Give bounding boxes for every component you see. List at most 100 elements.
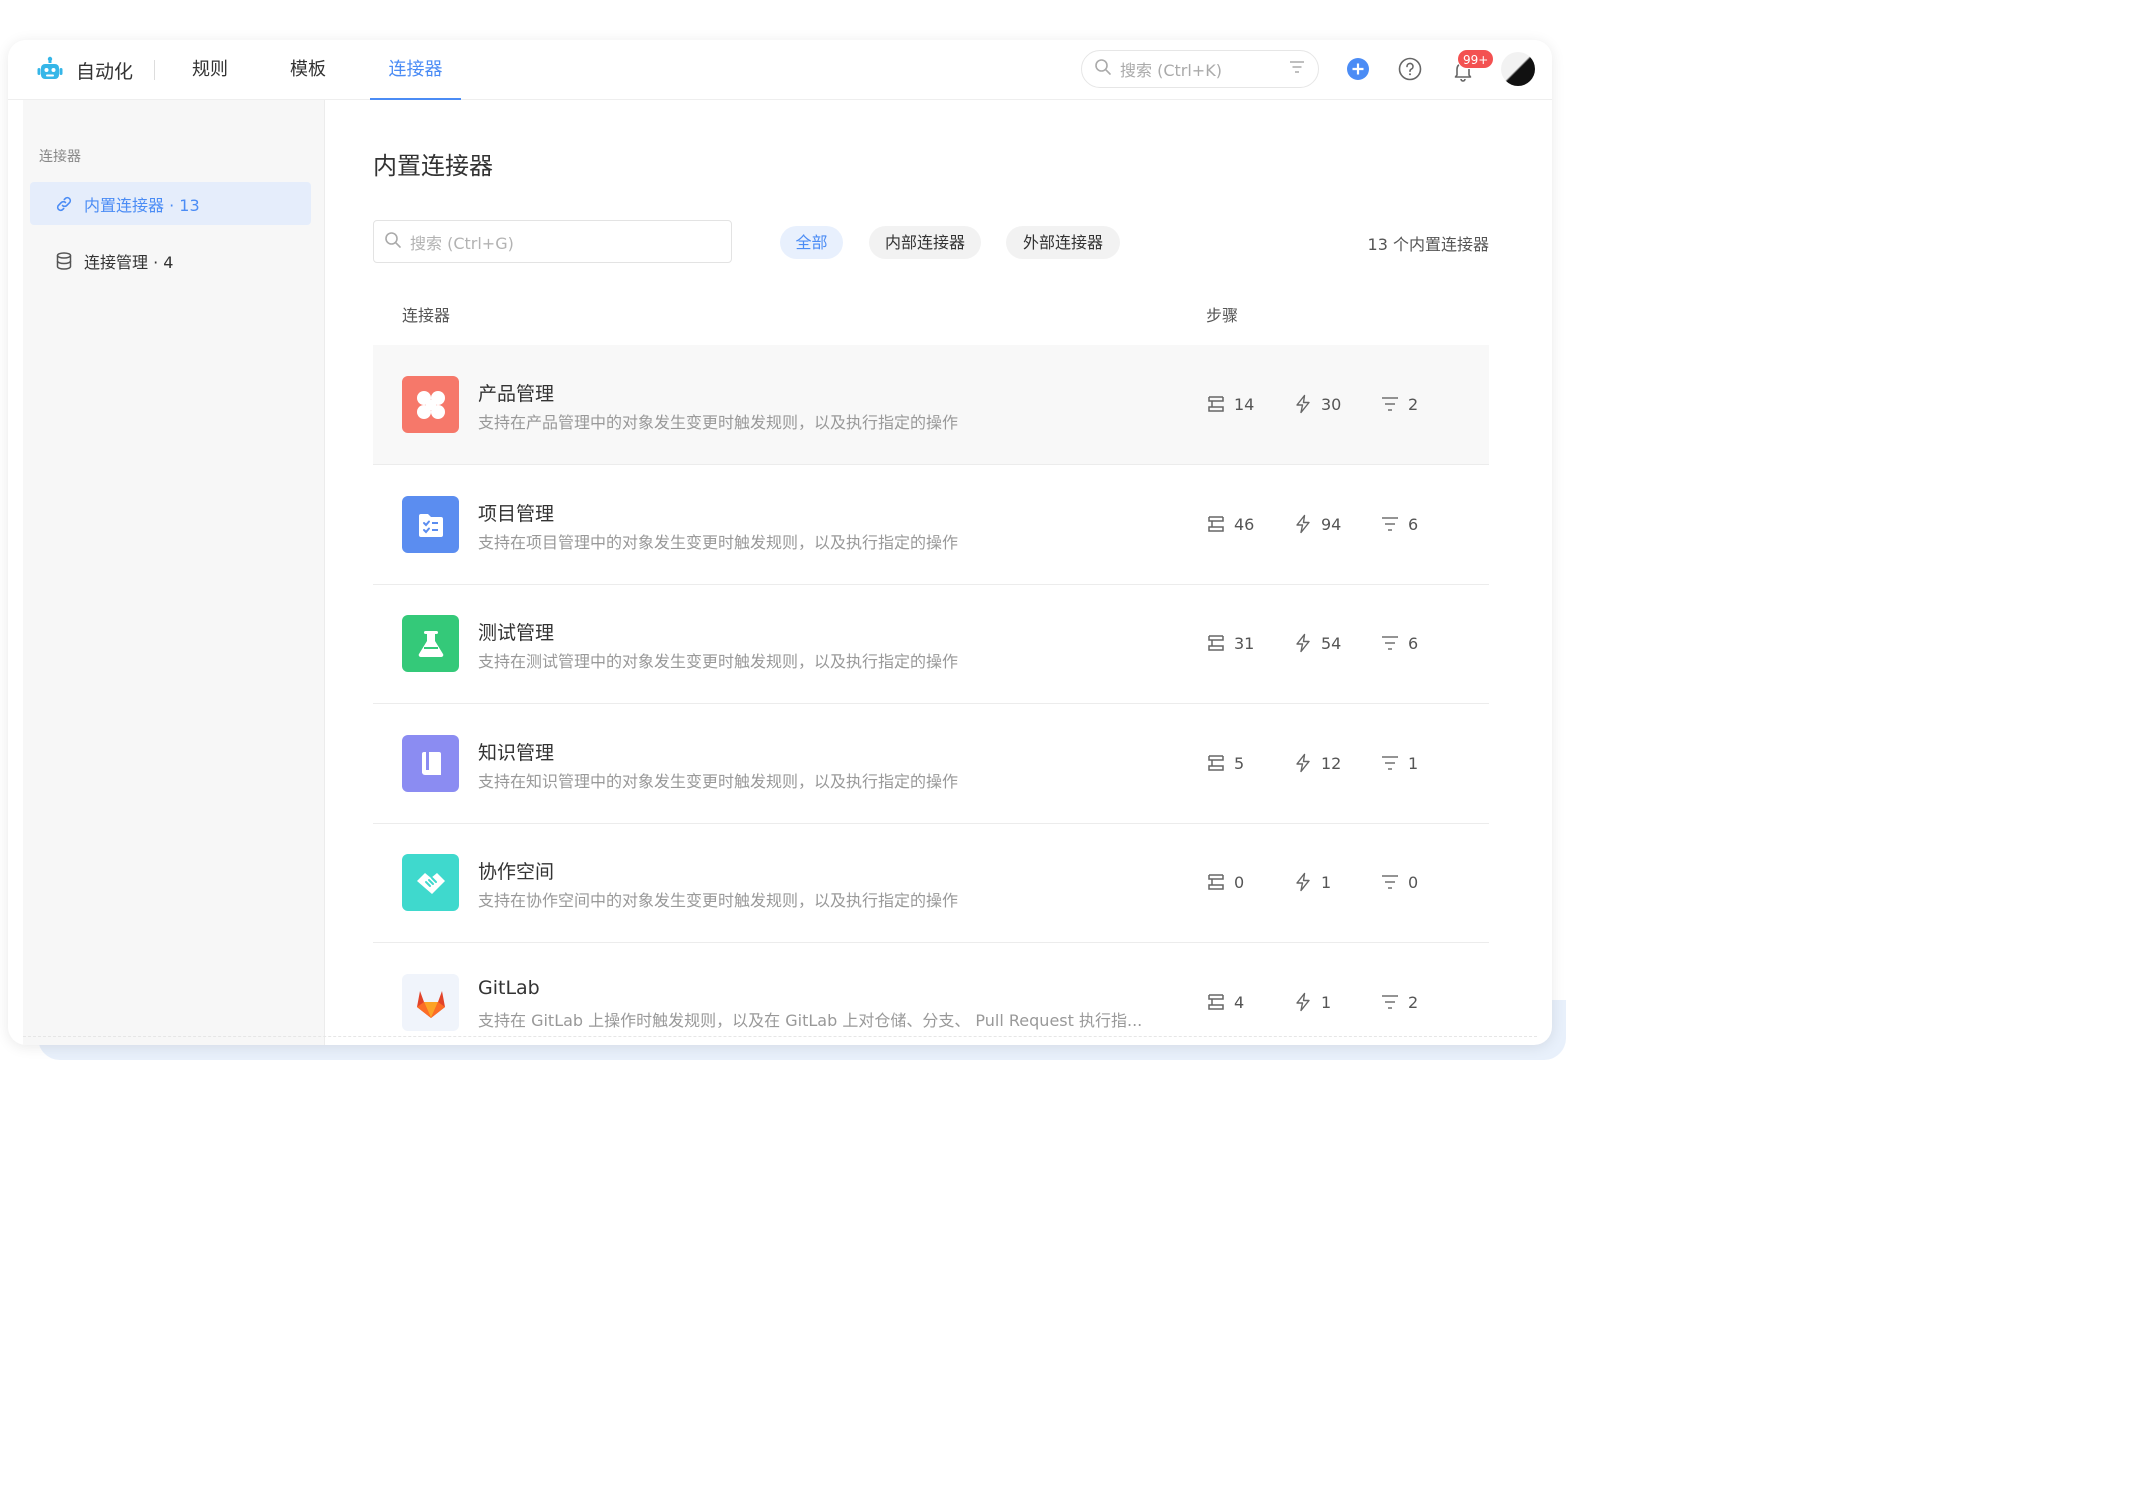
connector-search-input[interactable]: 搜索 (Ctrl+G) [373, 220, 732, 263]
step-count: 5 [1206, 751, 1244, 775]
search-icon [1094, 58, 1112, 80]
filter-lines-icon [1382, 636, 1398, 650]
connector-description: 支持在项目管理中的对象发生变更时触发规则，以及执行指定的操作 [478, 533, 959, 552]
lightning-icon [1296, 753, 1310, 773]
notification-badge: 99+ [1457, 49, 1495, 69]
product-icon [402, 376, 459, 433]
connector-description: 支持在知识管理中的对象发生变更时触发规则，以及执行指定的操作 [478, 772, 959, 791]
steps-icon [1208, 755, 1224, 771]
steps-icon [1208, 516, 1224, 532]
book-icon [402, 735, 459, 792]
handshake-icon [402, 854, 459, 911]
app-title: 自动化 [76, 60, 134, 83]
trigger-count: 94 [1293, 512, 1341, 536]
steps-icon [1208, 874, 1224, 890]
filter-icon[interactable] [1288, 58, 1306, 80]
lightning-icon [1296, 394, 1310, 414]
bottom-divider [23, 1036, 1537, 1037]
connector-description: 支持在 GitLab 上操作时触发规则，以及在 GitLab 上对仓储、分支、 … [478, 1011, 1143, 1030]
step-count-value: 46 [1234, 514, 1255, 534]
connector-name: 协作空间 [478, 861, 555, 883]
sidebar-item-label: 内置连接器 · 13 [84, 195, 200, 215]
sidebar-item-connection-management[interactable]: 连接管理 · 4 [30, 239, 311, 282]
steps-icon [1208, 994, 1224, 1010]
flask-icon [402, 615, 459, 672]
trigger-count-value: 54 [1321, 633, 1342, 653]
robot-logo-icon [36, 56, 64, 84]
connector-count: 13 个内置连接器 [1367, 235, 1489, 254]
filter-external[interactable]: 外部连接器 [1006, 226, 1120, 259]
filter-lines-icon [1382, 756, 1398, 770]
lightning-icon [1296, 872, 1310, 892]
tab-connectors[interactable]: 连接器 [370, 40, 461, 100]
trigger-count: 12 [1293, 751, 1341, 775]
filter-lines-icon [1382, 995, 1398, 1009]
lightning-icon [1296, 992, 1310, 1012]
table-row[interactable]: 知识管理 支持在知识管理中的对象发生变更时触发规则，以及执行指定的操作 5 12… [373, 704, 1489, 824]
sidebar-item-label: 连接管理 · 4 [84, 252, 174, 272]
sidebar-section-title: 连接器 [39, 149, 81, 165]
sidebar: 连接器 内置连接器 · 13 连接管理 · 4 [23, 100, 325, 1045]
tab-templates[interactable]: 模板 [276, 40, 340, 100]
trigger-count: 30 [1293, 392, 1341, 416]
steps-icon [1208, 635, 1224, 651]
table-row[interactable]: 产品管理 支持在产品管理中的对象发生变更时触发规则，以及执行指定的操作 14 3… [373, 345, 1489, 465]
condition-count-value: 6 [1408, 514, 1419, 534]
brand-divider [154, 60, 155, 80]
table-row[interactable]: 项目管理 支持在项目管理中的对象发生变更时触发规则，以及执行指定的操作 46 9… [373, 465, 1489, 585]
top-navigation: 自动化 规则 模板 连接器 搜索 (Ctrl+K) 99+ [8, 40, 1552, 100]
step-count: 14 [1206, 392, 1254, 416]
condition-count-value: 2 [1408, 992, 1419, 1012]
trigger-count-value: 30 [1321, 394, 1342, 414]
app-window: 自动化 规则 模板 连接器 搜索 (Ctrl+K) 99+ 连接器 内置连接器 … [8, 40, 1552, 1045]
brand[interactable]: 自动化 [36, 55, 133, 85]
trigger-count: 54 [1293, 631, 1341, 655]
step-count-value: 4 [1234, 992, 1245, 1012]
table-row[interactable]: 测试管理 支持在测试管理中的对象发生变更时触发规则，以及执行指定的操作 31 5… [373, 584, 1489, 704]
step-count-value: 14 [1234, 394, 1255, 414]
condition-count-value: 6 [1408, 633, 1419, 653]
tab-rules[interactable]: 规则 [178, 40, 242, 100]
connector-name: 项目管理 [478, 503, 555, 525]
filter-all[interactable]: 全部 [780, 226, 843, 259]
condition-count: 6 [1380, 512, 1418, 536]
trigger-count-value: 1 [1321, 992, 1332, 1012]
connector-search-placeholder: 搜索 (Ctrl+G) [410, 233, 514, 253]
sidebar-item-builtin-connectors[interactable]: 内置连接器 · 13 [30, 182, 311, 225]
search-icon [384, 231, 402, 253]
condition-count-value: 0 [1408, 872, 1419, 892]
step-count-value: 0 [1234, 872, 1245, 892]
add-circle-icon[interactable] [1345, 56, 1371, 82]
connector-description: 支持在协作空间中的对象发生变更时触发规则，以及执行指定的操作 [478, 891, 959, 910]
step-count: 31 [1206, 631, 1254, 655]
step-count: 46 [1206, 512, 1254, 536]
global-search-input[interactable]: 搜索 (Ctrl+K) [1081, 50, 1319, 88]
condition-count-value: 2 [1408, 394, 1419, 414]
step-count: 0 [1206, 870, 1244, 894]
connector-description: 支持在产品管理中的对象发生变更时触发规则，以及执行指定的操作 [478, 413, 959, 432]
main-content: 内置连接器 搜索 (Ctrl+G) 全部 内部连接器 外部连接器 13 个内置连… [325, 100, 1552, 1045]
connector-name: 知识管理 [478, 742, 555, 764]
connector-name: 测试管理 [478, 622, 555, 644]
steps-icon [1208, 396, 1224, 412]
table-header: 连接器 步骤 [373, 292, 1489, 346]
table-row[interactable]: 协作空间 支持在协作空间中的对象发生变更时触发规则，以及执行指定的操作 0 1 … [373, 823, 1489, 943]
table-row[interactable]: GitLab 支持在 GitLab 上操作时触发规则，以及在 GitLab 上对… [373, 943, 1489, 1045]
lightning-icon [1296, 514, 1310, 534]
avatar[interactable] [1501, 52, 1535, 86]
link-icon [54, 194, 74, 214]
help-icon[interactable] [1397, 56, 1423, 82]
condition-count: 0 [1380, 870, 1418, 894]
condition-count-value: 1 [1408, 753, 1419, 773]
filter-internal[interactable]: 内部连接器 [869, 226, 981, 259]
trigger-count-value: 1 [1321, 872, 1332, 892]
connector-name: 产品管理 [478, 383, 555, 405]
lightning-icon [1296, 633, 1310, 653]
column-header-steps: 步骤 [1206, 306, 1239, 325]
filter-lines-icon [1382, 875, 1398, 889]
column-header-connector: 连接器 [402, 306, 451, 325]
connector-name: GitLab [478, 977, 540, 999]
database-icon [54, 251, 74, 271]
step-count-value: 31 [1234, 633, 1255, 653]
global-search-placeholder: 搜索 (Ctrl+K) [1120, 61, 1222, 80]
